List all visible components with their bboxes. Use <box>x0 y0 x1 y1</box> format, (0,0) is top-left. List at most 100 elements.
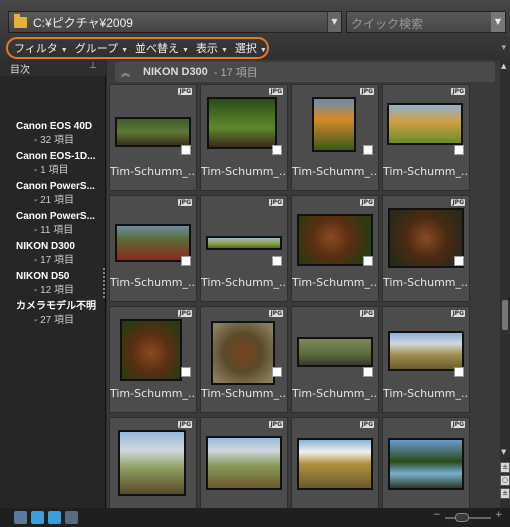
thumbnail-label: Tim-Schumm_... <box>383 387 469 400</box>
rotate-left-icon[interactable] <box>31 511 44 524</box>
select-checkbox[interactable] <box>181 145 191 155</box>
path-text: C:¥ピクチャ¥2009 <box>33 15 133 30</box>
sidebar-item-count: - 17 項目 <box>34 255 75 266</box>
sidebar-item-nikon-d50[interactable]: NIKON D50 <box>0 270 106 284</box>
menu-sort[interactable]: 並べ替え ▼ <box>135 40 189 56</box>
path-field[interactable]: C:¥ピクチャ¥2009 ▼ <box>8 11 342 33</box>
select-checkbox[interactable] <box>454 367 464 377</box>
rotate-right-icon[interactable] <box>48 511 61 524</box>
jpg-badge-icon: JPG <box>360 310 374 317</box>
search-dropdown-button[interactable]: ▼ <box>491 12 505 32</box>
menu-select[interactable]: 選択 ▼ <box>235 40 267 56</box>
thumbnail-cell[interactable]: JPG Tim-Schumm_... <box>382 195 470 302</box>
sidebar-title: 目次 <box>10 65 30 76</box>
sidebar-item-count: - 11 項目 <box>34 225 74 236</box>
zoom-slider[interactable]: − + <box>433 510 505 524</box>
chevron-down-icon: ▼ <box>121 47 128 54</box>
thumbnail-cell[interactable]: JPG Tim-Schumm_... <box>200 84 288 191</box>
sidebar-item-count: - 32 項目 <box>34 135 75 146</box>
select-checkbox[interactable] <box>272 256 282 266</box>
thumbnail-cell[interactable]: JPG Tim-Schumm_... <box>382 84 470 191</box>
thumbnail-cell[interactable]: JPG <box>382 417 470 508</box>
select-checkbox[interactable] <box>363 367 373 377</box>
scroll-page-down-button[interactable]: ± <box>500 488 510 499</box>
thumbnail-cell[interactable]: JPG Tim-Schumm_... <box>200 195 288 302</box>
thumbnail-cell[interactable]: JPG Tim-Schumm_... <box>200 306 288 413</box>
sidebar-item-nikon-d300[interactable]: NIKON D300 <box>0 240 106 254</box>
thumbnail-cell[interactable]: JPG Tim-Schumm_... <box>109 306 197 413</box>
thumbnail-cell[interactable]: JPG Tim-Schumm_... <box>291 84 379 191</box>
select-checkbox[interactable] <box>363 256 373 266</box>
menu-group[interactable]: グループ ▼ <box>75 40 128 56</box>
sidebar-item-count: - 1 項目 <box>34 165 69 176</box>
thumbnail-pane: ︽ NIKON D300 - 17 項目 JPG Tim-Schumm_... … <box>107 60 500 508</box>
photo-thumbnail <box>115 117 191 147</box>
photo-thumbnail <box>388 438 464 490</box>
select-checkbox[interactable] <box>272 145 282 155</box>
photo-thumbnail <box>206 436 282 490</box>
collapse-chevron-icon[interactable]: ︽ <box>121 66 135 79</box>
thumbnail-label: Tim-Schumm_... <box>110 276 196 289</box>
thumbnail-cell[interactable]: JPG <box>109 417 197 508</box>
zoom-out-icon[interactable]: − <box>433 510 441 520</box>
thumbnail-cell[interactable]: JPG Tim-Schumm_... <box>109 84 197 191</box>
jpg-badge-icon: JPG <box>178 199 192 206</box>
jpg-badge-icon: JPG <box>451 310 465 317</box>
view-grid-icon[interactable] <box>14 511 27 524</box>
thumbnail-label: Tim-Schumm_... <box>201 165 287 178</box>
chevron-down-icon: ▼ <box>182 47 189 54</box>
search-input[interactable]: クイック検索 ▼ <box>346 11 506 33</box>
group-header[interactable]: ︽ NIKON D300 - 17 項目 <box>115 62 495 82</box>
photo-thumbnail <box>388 331 464 371</box>
scroll-down-icon[interactable]: ▼ <box>501 448 506 456</box>
menu-bar: フィルタ ▼ グループ ▼ 並べ替え ▼ 表示 ▼ 選択 ▼ <box>6 37 269 59</box>
thumbnail-label: Tim-Schumm_... <box>383 165 469 178</box>
thumbnail-cell[interactable]: JPG Tim-Schumm_... <box>109 195 197 302</box>
thumbnail-cell[interactable]: JPG <box>291 417 379 508</box>
thumbnail-label: Tim-Schumm_... <box>201 387 287 400</box>
thumbnail-cell[interactable]: JPG <box>200 417 288 508</box>
folder-icon <box>14 13 27 28</box>
select-checkbox[interactable] <box>181 367 191 377</box>
splitter-handle[interactable] <box>103 268 105 298</box>
photo-thumbnail <box>211 321 275 385</box>
select-checkbox[interactable] <box>363 145 373 155</box>
sidebar-item-canon-powershot-1[interactable]: Canon PowerS... <box>0 180 106 194</box>
zoom-knob[interactable] <box>455 513 469 522</box>
sidebar-item-canon-eos-1d[interactable]: Canon EOS-1D... <box>0 150 106 164</box>
scroll-page-up-button[interactable]: ± <box>500 462 510 473</box>
photo-thumbnail <box>297 214 373 266</box>
sidebar-item-count: - 12 項目 <box>34 285 75 296</box>
thumbnail-cell[interactable]: JPG Tim-Schumm_... <box>382 306 470 413</box>
sidebar-item-canon-eos-40d[interactable]: Canon EOS 40D <box>0 120 106 134</box>
photo-thumbnail <box>120 319 182 381</box>
photo-thumbnail <box>207 97 277 149</box>
zoom-in-icon[interactable]: + <box>495 510 503 520</box>
slideshow-icon[interactable] <box>65 511 78 524</box>
select-checkbox[interactable] <box>181 256 191 266</box>
scroll-zoom-button[interactable]: ○ <box>500 475 510 486</box>
sidebar-item-unknown-model[interactable]: カメラモデル不明 <box>0 300 106 314</box>
vertical-scrollbar[interactable]: ▲ ▼ ± ○ ± <box>500 60 510 508</box>
sidebar-item-canon-powershot-2[interactable]: Canon PowerS... <box>0 210 106 224</box>
menu-filter[interactable]: フィルタ ▼ <box>14 40 68 56</box>
thumbnail-cell[interactable]: JPG Tim-Schumm_... <box>291 195 379 302</box>
path-dropdown-button[interactable]: ▼ <box>327 12 341 32</box>
scroll-thumb[interactable] <box>502 300 508 330</box>
jpg-badge-icon: JPG <box>451 199 465 206</box>
jpg-badge-icon: JPG <box>451 421 465 428</box>
menu-view[interactable]: 表示 ▼ <box>196 40 228 56</box>
scroll-up-icon[interactable]: ▲ <box>501 62 506 70</box>
select-checkbox[interactable] <box>454 256 464 266</box>
select-checkbox[interactable] <box>454 145 464 155</box>
sidebar-list: Canon EOS 40D - 32 項目 Canon EOS-1D... - … <box>0 120 106 330</box>
thumbnail-cell[interactable]: JPG Tim-Schumm_... <box>291 306 379 413</box>
collapse-icon[interactable]: ▾ <box>501 43 506 53</box>
jpg-badge-icon: JPG <box>360 421 374 428</box>
jpg-badge-icon: JPG <box>269 199 283 206</box>
photo-thumbnail <box>115 224 191 262</box>
select-checkbox[interactable] <box>272 367 282 377</box>
pin-icon[interactable]: ⊥ <box>89 61 97 71</box>
group-count: - 17 項目 <box>213 67 258 79</box>
sidebar: 目次 ⊥ Canon EOS 40D - 32 項目 Canon EOS-1D.… <box>0 60 106 508</box>
